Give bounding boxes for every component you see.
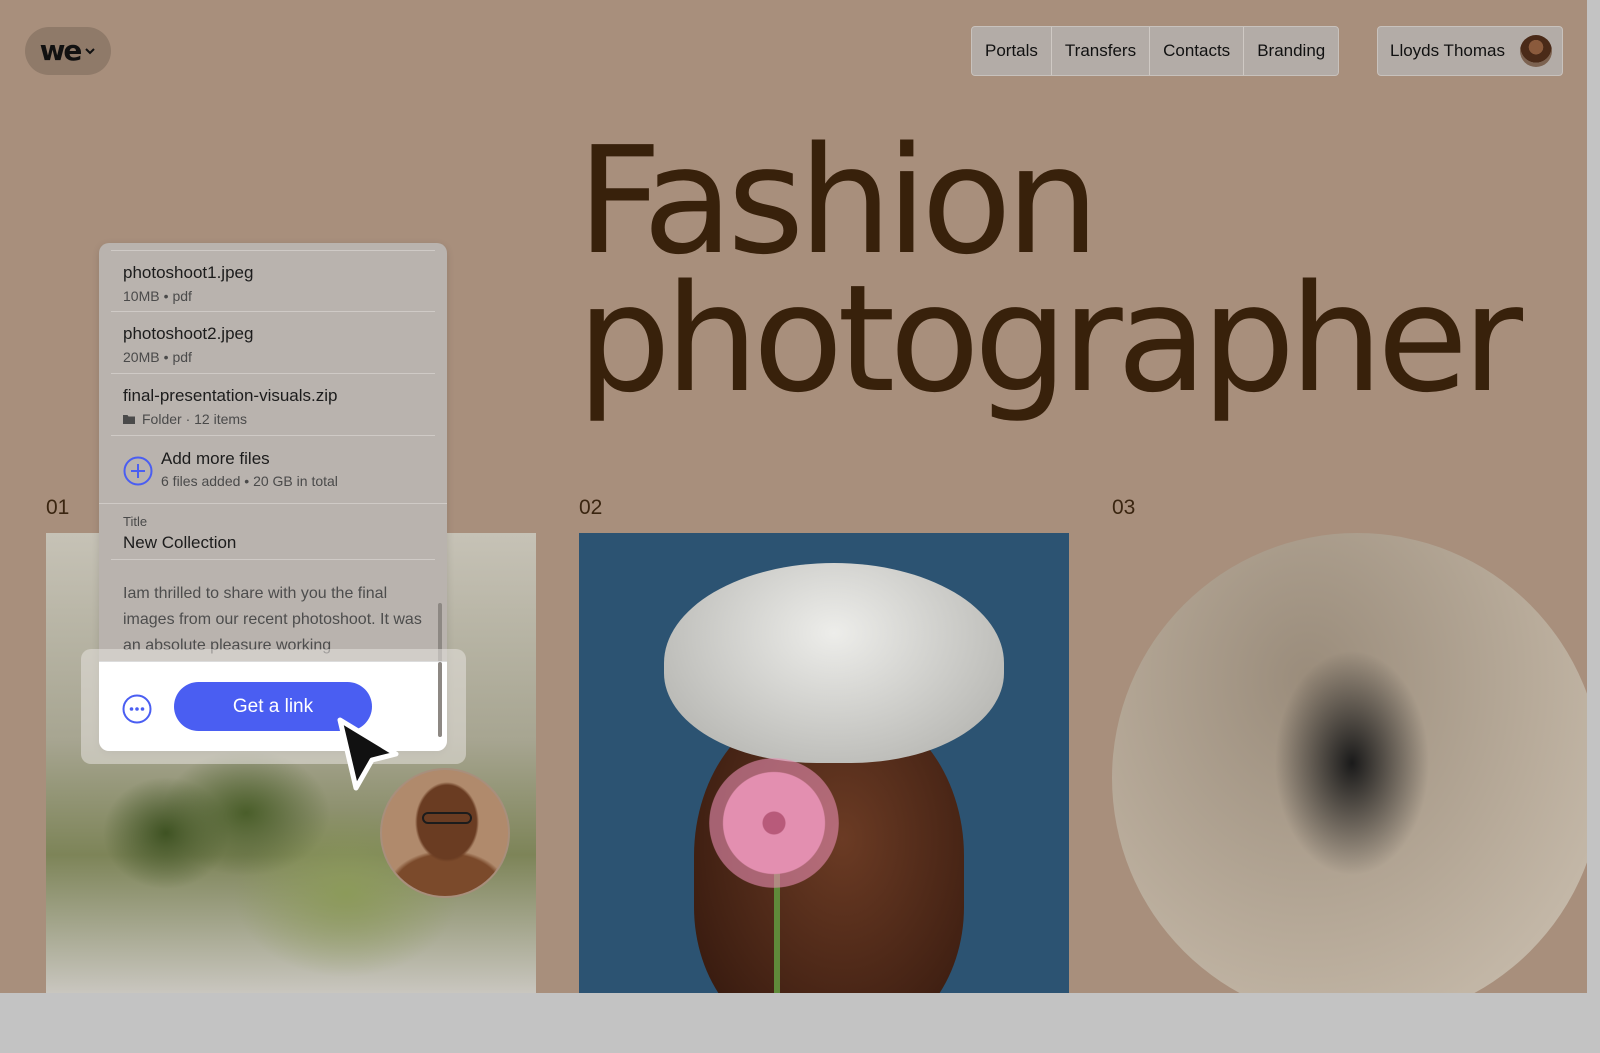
page-canvas: we Portals Transfers Contacts Branding L… [0, 0, 1587, 993]
user-name: Lloyds Thomas [1390, 41, 1505, 60]
folder-meta: Folder · 12 items [142, 411, 248, 427]
footer-scrollbar [438, 662, 442, 737]
logo: we [39, 34, 83, 67]
nav-transfers[interactable]: Transfers [1051, 27, 1151, 75]
file-type: pdf [172, 288, 192, 304]
title-field-label: Title [123, 514, 148, 529]
file-meta: 10MB • pdf [123, 288, 192, 304]
file-meta: Folder · 12 items [123, 411, 247, 427]
gallery-number-3: 03 [1112, 496, 1136, 519]
logo-menu-button[interactable]: we [25, 27, 111, 75]
flower [709, 758, 839, 888]
top-nav: Portals Transfers Contacts Branding [971, 26, 1340, 76]
meta-separator: • [163, 288, 169, 304]
chevron-down-icon [85, 48, 96, 55]
file-row[interactable]: photoshoot2.jpeg 20MB • pdf [111, 312, 435, 374]
file-name: photoshoot1.jpeg [123, 263, 254, 282]
collaborator-avatar [380, 768, 510, 898]
file-size: 10MB [123, 288, 160, 304]
folder-icon [123, 415, 135, 424]
files-summary: 6 files added • 20 GB in total [161, 473, 338, 489]
add-more-files-label: Add more files [161, 449, 270, 468]
nav-portals[interactable]: Portals [972, 27, 1052, 75]
title-field-value: New Collection [123, 533, 237, 552]
cursor-icon [337, 717, 399, 791]
file-type: pdf [172, 349, 192, 365]
gallery-image-3[interactable] [1112, 533, 1587, 993]
title-field[interactable]: Title New Collection [111, 504, 435, 560]
add-more-files-button[interactable]: Add more files 6 files added • 20 GB in … [99, 436, 447, 504]
nav-branding[interactable]: Branding [1244, 27, 1339, 75]
hero-line-2: photographer [577, 253, 1523, 425]
message-field[interactable]: Iam thrilled to share with you the final… [123, 581, 423, 659]
hero-heading: Fashion photographer [577, 115, 1523, 425]
file-meta: 20MB • pdf [123, 349, 192, 365]
file-size: 20MB [123, 349, 160, 365]
file-row[interactable]: final-presentation-visuals.zip Folder · … [111, 374, 435, 436]
file-row[interactable]: photoshoot1.jpeg 10MB • pdf [111, 250, 435, 312]
user-menu-button[interactable]: Lloyds Thomas [1377, 26, 1563, 76]
file-name: final-presentation-visuals.zip [123, 386, 338, 405]
more-options-icon[interactable] [122, 694, 152, 724]
glasses [422, 812, 472, 824]
gallery-image-2[interactable] [579, 533, 1069, 993]
file-name: photoshoot2.jpeg [123, 324, 254, 343]
user-avatar [1520, 35, 1552, 67]
hero-line-1: Fashion [577, 115, 1100, 287]
nav-contacts[interactable]: Contacts [1150, 27, 1245, 75]
gallery-number-2: 02 [579, 496, 603, 519]
portrait-hat [664, 563, 1004, 763]
gallery-number-1: 01 [46, 496, 70, 519]
meta-separator: • [163, 349, 169, 365]
plus-circle-icon [123, 456, 153, 486]
